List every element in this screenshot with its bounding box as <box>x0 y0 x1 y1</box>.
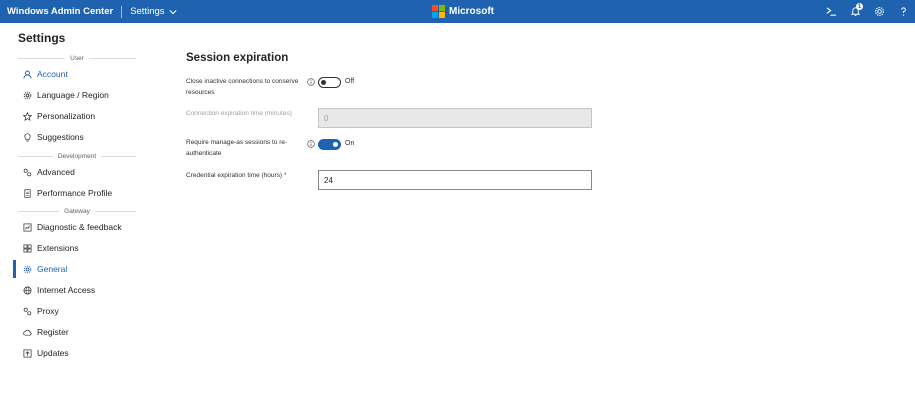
document-icon <box>24 188 31 198</box>
notifications-button[interactable]: 1 <box>843 0 867 23</box>
info-icon[interactable] <box>307 78 315 86</box>
settings-dropdown[interactable]: Settings <box>130 6 177 17</box>
globe-icon <box>23 286 32 294</box>
powershell-icon <box>826 7 836 16</box>
powershell-button[interactable] <box>819 0 843 23</box>
close-inactive-state: Off <box>345 78 355 85</box>
sidebar-item-label: Advanced <box>37 167 75 177</box>
sidebar-item-label: Diagnostic & feedback <box>37 222 122 232</box>
sidebar-item-account[interactable]: Account <box>13 65 143 83</box>
require-manage-as-state: On <box>345 140 355 147</box>
settings-dropdown-label: Settings <box>130 6 165 17</box>
gear-icon <box>23 91 32 99</box>
help-button[interactable] <box>891 0 915 23</box>
diagnostic-icon <box>23 223 32 231</box>
group-gateway-text: Gateway <box>64 208 90 215</box>
sidebar-item-suggestions[interactable]: Suggestions <box>13 128 143 146</box>
credential-expiration-input[interactable] <box>318 170 592 190</box>
title-separator <box>121 5 123 18</box>
top-actions: 1 <box>819 0 915 23</box>
group-label-gateway: Gateway <box>18 208 136 215</box>
group-label-development: Development <box>18 153 136 160</box>
cloud-icon <box>23 329 32 336</box>
sidebar-item-label: Account <box>37 69 68 79</box>
sidebar-item-label: Proxy <box>37 306 59 316</box>
microsoft-logo-icon <box>432 5 445 18</box>
sidebar-item-label: Language / Region <box>37 90 109 100</box>
credential-expiration-label: Credential expiration time (hours) * <box>186 170 304 181</box>
person-icon <box>23 70 32 79</box>
star-icon <box>23 111 32 121</box>
sidebar-item-diagnostic[interactable]: Diagnostic & feedback <box>13 218 143 236</box>
lightbulb-icon <box>24 132 31 141</box>
sidebar-item-internet-access[interactable]: Internet Access <box>13 281 143 299</box>
group-development-text: Development <box>57 153 97 160</box>
group-label-user: User <box>18 55 136 62</box>
chevron-down-icon <box>168 9 177 14</box>
credential-expiration-label-text: Credential expiration time (hours) <box>186 172 283 179</box>
extensions-icon <box>23 244 32 252</box>
sidebar-item-language[interactable]: Language / Region <box>13 86 143 104</box>
sidebar-item-extensions[interactable]: Extensions <box>13 239 143 257</box>
connection-expiration-input[interactable] <box>318 108 592 128</box>
sidebar-item-label: General <box>37 264 68 274</box>
page-title: Settings <box>18 31 66 45</box>
gear-icon <box>23 265 32 273</box>
brand-name: Microsoft <box>449 6 494 17</box>
close-inactive-label: Close inactive connections to conserve r… <box>186 78 299 96</box>
help-icon <box>900 7 906 16</box>
settings-gear-icon <box>874 7 884 16</box>
sidebar-item-register[interactable]: Register <box>13 323 143 341</box>
updates-icon <box>23 349 32 357</box>
sidebar-item-proxy[interactable]: Proxy <box>13 302 143 320</box>
app-title[interactable]: Windows Admin Center <box>0 6 113 17</box>
sidebar-item-label: Updates <box>37 348 69 358</box>
toggle-knob <box>333 142 338 147</box>
section-title: Session expiration <box>186 52 289 64</box>
sidebar-item-performance[interactable]: Performance Profile <box>13 184 143 202</box>
close-inactive-toggle[interactable] <box>318 77 341 88</box>
settings-button[interactable] <box>867 0 891 23</box>
connection-expiration-label: Connection expiration time (minutes) <box>186 110 292 117</box>
microsoft-brand: Microsoft <box>432 5 494 18</box>
proxy-icon <box>23 307 32 315</box>
sidebar-item-advanced[interactable]: Advanced <box>13 163 143 181</box>
group-user-text: User <box>70 55 84 62</box>
sidebar-item-label: Suggestions <box>37 132 84 142</box>
top-bar: Windows Admin Center Settings Microsoft … <box>0 0 915 23</box>
sidebar-item-label: Register <box>37 327 69 337</box>
settings-sidebar: Settings User Account Language / Region … <box>0 23 145 400</box>
sidebar-item-updates[interactable]: Updates <box>13 344 143 362</box>
sidebar-item-label: Personalization <box>37 111 96 121</box>
info-icon[interactable] <box>307 140 315 148</box>
required-marker: * <box>283 172 287 179</box>
require-manage-as-label: Require manage-as sessions to re-authent… <box>186 139 288 157</box>
require-manage-as-toggle[interactable] <box>318 139 341 150</box>
sidebar-item-personalization[interactable]: Personalization <box>13 107 143 125</box>
sidebar-item-general[interactable]: General <box>13 260 143 278</box>
toggle-knob <box>321 80 326 85</box>
sidebar-item-label: Extensions <box>37 243 79 253</box>
notification-badge: 1 <box>856 3 863 10</box>
sidebar-item-label: Performance Profile <box>37 188 113 198</box>
advanced-icon <box>23 168 32 176</box>
sidebar-item-label: Internet Access <box>37 285 96 295</box>
